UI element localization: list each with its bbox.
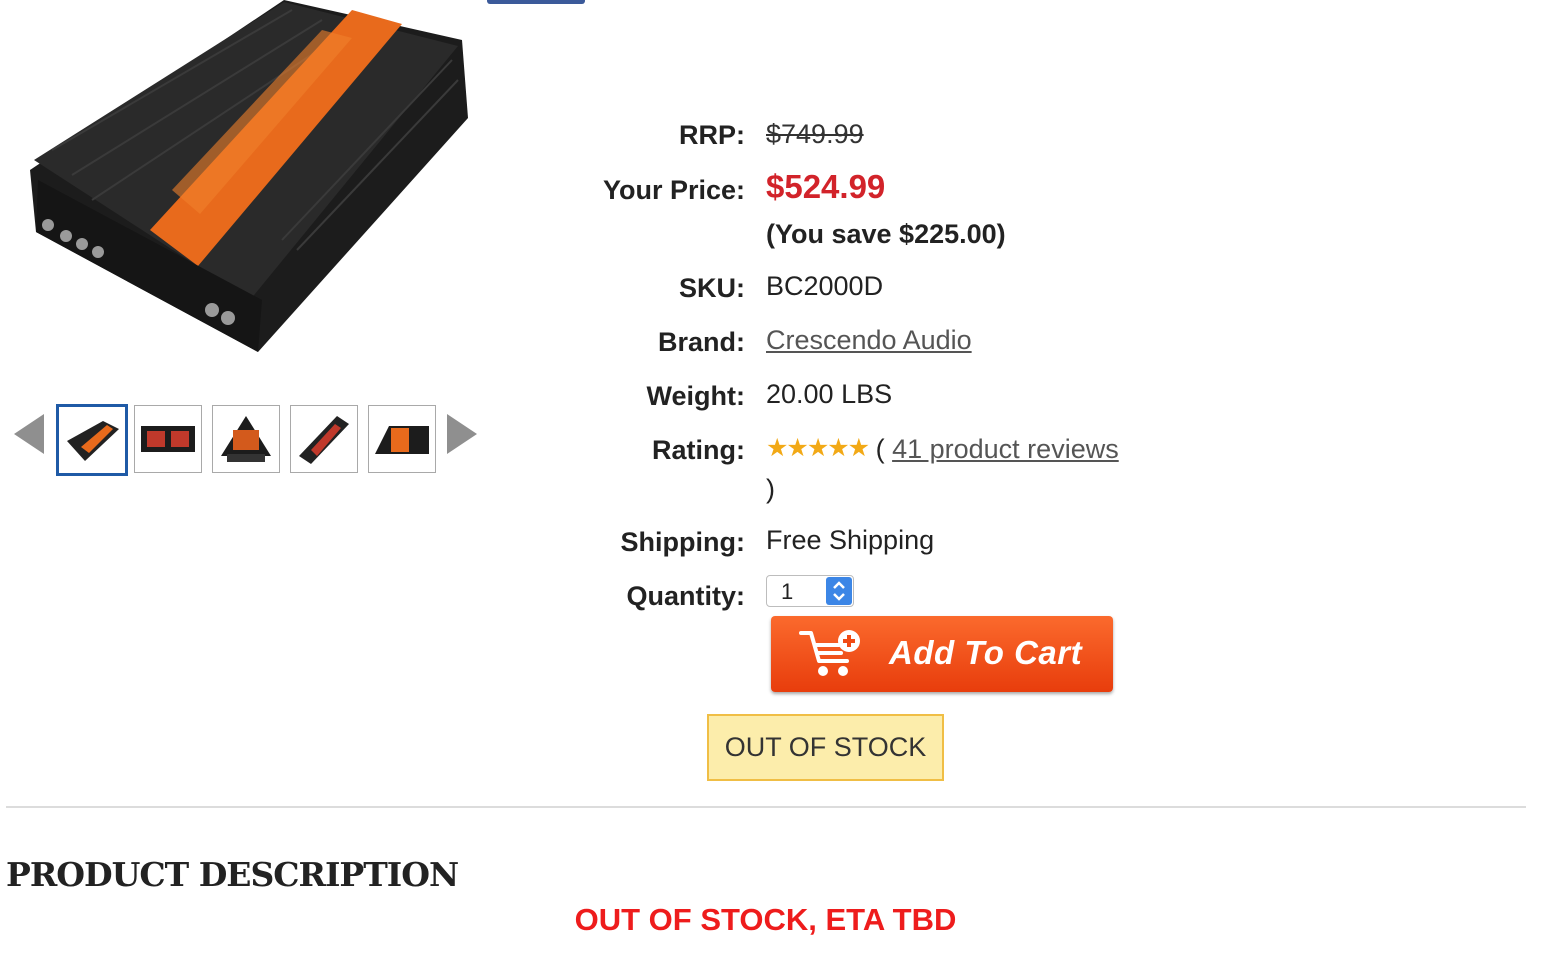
out-of-stock-badge: OUT OF STOCK [707,714,944,781]
thumbnail-1[interactable] [56,404,128,476]
thumbnail-5[interactable] [368,405,436,473]
weight-label: Weight: [646,381,745,411]
price-value: $524.99 [766,168,886,205]
section-divider [6,806,1526,808]
add-to-cart-button[interactable]: Add To Cart [771,616,1113,692]
brand-value: Crescendo Audio [766,325,972,356]
rating-value: ★★★★★ ( 41 product reviews [766,433,1119,465]
savings-text: (You save $225.00) [766,219,1006,249]
thumbnail-4[interactable] [290,405,358,473]
price-label: Your Price: [602,175,745,205]
rating-open-paren: ( [875,434,885,464]
product-description-heading: PRODUCT DESCRIPTION [6,855,459,894]
triangle-left-icon[interactable] [14,414,44,454]
add-to-cart-label: Add To Cart [889,634,1083,671]
quantity-stepper[interactable]: 1 [766,575,854,607]
thumbnail-3[interactable] [212,405,280,473]
cart-plus-icon [799,630,860,676]
quantity-value: 1 [781,579,794,604]
sku-value: BC2000D [766,271,884,301]
weight-value: 20.00 LBS [766,379,893,409]
sku-label: SKU: [679,273,745,303]
eta-notice: OUT OF STOCK, ETA TBD [574,902,957,937]
brand-link[interactable]: Crescendo Audio [766,325,972,355]
thumbnail-2[interactable] [134,405,202,473]
brand-label: Brand: [658,327,745,357]
shipping-value: Free Shipping [766,525,935,555]
quantity-label: Quantity: [626,581,746,611]
top-tab-edge [487,0,585,4]
rating-close-paren: ) [766,474,775,504]
rrp-label: RRP: [679,120,745,150]
product-main-image [22,0,472,360]
rrp-value: $749.99 [766,119,864,149]
stepper-arrows-icon[interactable] [826,577,852,605]
shipping-label: Shipping: [620,527,745,557]
reviews-link[interactable]: 41 product reviews [892,434,1119,464]
rating-label: Rating: [652,435,745,465]
star-rating-icon: ★★★★★ [766,434,870,462]
triangle-right-icon[interactable] [447,414,477,454]
